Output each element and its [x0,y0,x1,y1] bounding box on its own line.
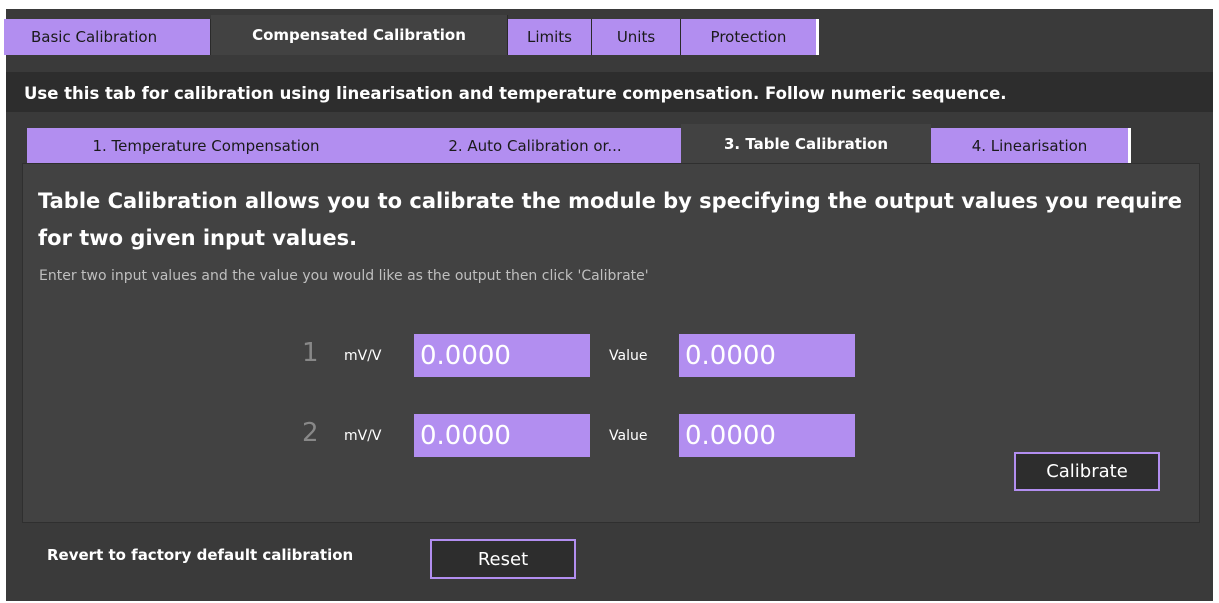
input-value-field[interactable]: 0.0000 [414,414,590,457]
row-number: 2 [302,418,319,448]
subtab-table-calibration[interactable]: 3. Table Calibration [681,124,931,163]
revert-label: Revert to factory default calibration [47,546,354,564]
unit-label: mV/V [344,348,382,364]
panel-hint: Enter two input values and the value you… [39,268,649,284]
value-label: Value [609,348,648,364]
output-value-field[interactable]: 0.0000 [679,414,855,457]
tab-compensated-calibration[interactable]: Compensated Calibration [211,15,508,55]
main-tab-bar: Basic Calibration Compensated Calibratio… [4,15,819,55]
tab-limits[interactable]: Limits [508,19,592,55]
sub-tab-bar: 1. Temperature Compensation 2. Auto Cali… [27,124,1131,163]
tab-protection[interactable]: Protection [681,19,819,55]
tab-units[interactable]: Units [592,19,681,55]
unit-label: mV/V [344,428,382,444]
tab-basic-calibration[interactable]: Basic Calibration [4,19,211,55]
row-number: 1 [302,338,319,368]
subtab-linearisation[interactable]: 4. Linearisation [931,128,1131,163]
subtab-temperature-compensation[interactable]: 1. Temperature Compensation [27,128,385,163]
input-value-field[interactable]: 0.0000 [414,334,590,377]
subtab-auto-calibration[interactable]: 2. Auto Calibration or... [389,128,681,163]
output-value-field[interactable]: 0.0000 [679,334,855,377]
reset-button[interactable]: Reset [430,539,576,579]
value-label: Value [609,428,648,444]
panel-heading: Table Calibration allows you to calibrat… [38,189,1183,250]
instructions-text: Use this tab for calibration using linea… [24,84,1007,103]
calibrate-button[interactable]: Calibrate [1014,452,1160,491]
